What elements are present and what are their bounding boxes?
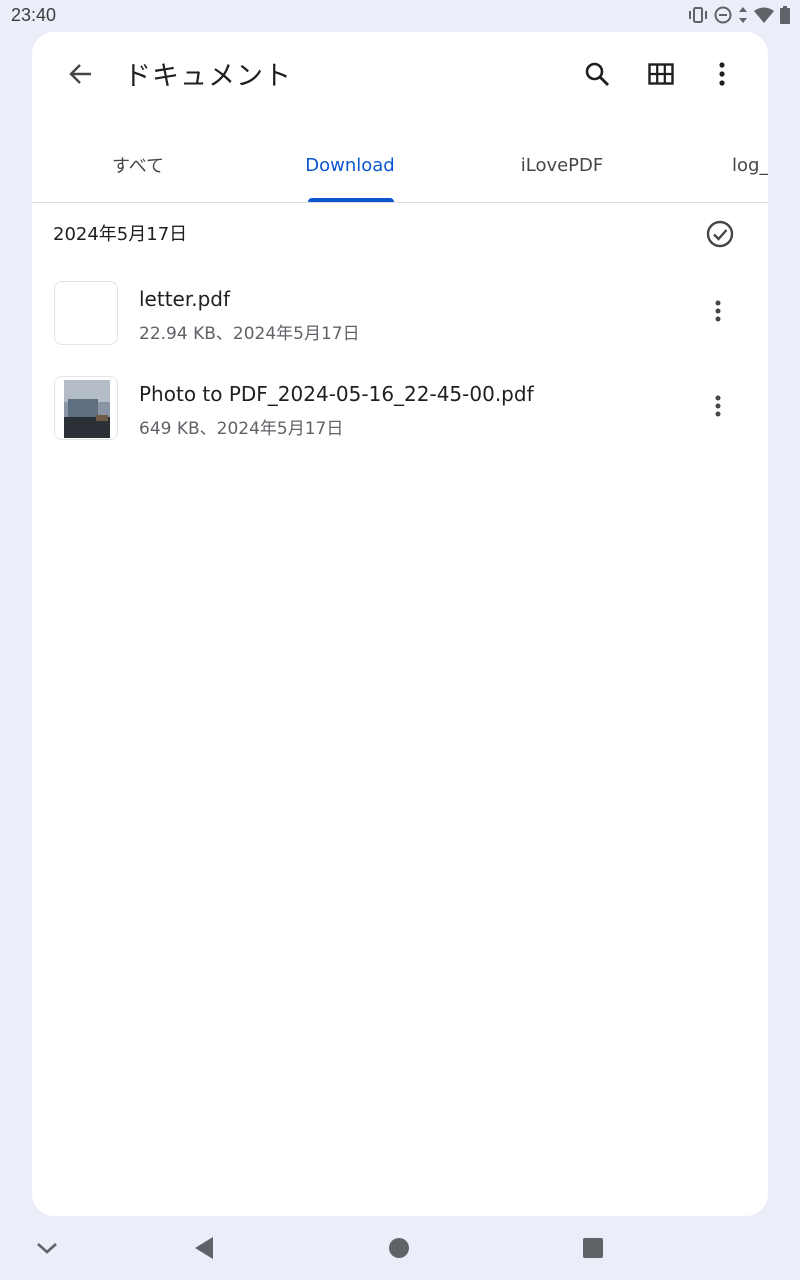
file-row[interactable]: Photo to PDF_2024-05-16_22-45-00.pdf 649… (32, 368, 768, 462)
status-bar: 23:40 (0, 0, 800, 32)
search-button[interactable] (577, 54, 617, 94)
folder-tabs: すべて Download iLovePDF log_ (32, 128, 768, 203)
app-bar: ドキュメント (32, 32, 768, 116)
nav-back-button[interactable] (186, 1230, 222, 1266)
page-title: ドキュメント (124, 61, 292, 92)
file-thumbnail (54, 281, 118, 345)
vibrate-icon (688, 6, 708, 24)
tab-label: iLovePDF (520, 154, 604, 176)
battery-icon (780, 6, 790, 24)
grid-view-icon (648, 63, 674, 85)
more-vert-icon (715, 300, 721, 322)
file-name: letter.pdf (139, 287, 231, 311)
recents-square-icon (583, 1238, 603, 1258)
wifi-icon (754, 7, 774, 23)
dnd-icon (714, 6, 732, 24)
date-section-header: 2024年5月17日 (53, 224, 188, 245)
search-icon (585, 62, 609, 86)
tab-ilovepdf[interactable]: iLovePDF (456, 128, 668, 202)
tab-log[interactable]: log_ (732, 128, 768, 202)
back-triangle-icon (195, 1237, 213, 1259)
tab-download[interactable]: Download (244, 128, 456, 202)
file-more-button[interactable] (700, 388, 736, 424)
tab-label: すべて (111, 156, 165, 177)
more-options-button[interactable] (702, 54, 742, 94)
status-icons (688, 6, 790, 24)
back-arrow-icon (69, 64, 91, 84)
nav-home-button[interactable] (381, 1230, 417, 1266)
file-more-button[interactable] (700, 293, 736, 329)
back-button[interactable] (60, 54, 100, 94)
tab-all[interactable]: すべて (32, 128, 244, 202)
check-circle-icon (706, 220, 734, 248)
grid-view-button[interactable] (641, 54, 681, 94)
status-time: 23:40 (11, 5, 57, 25)
data-arrows-icon (738, 6, 748, 24)
nav-recents-button[interactable] (575, 1230, 611, 1266)
documents-card: ドキュメント すべて Download iLovePDF log_ 2024年5… (32, 32, 768, 1216)
file-name: Photo to PDF_2024-05-16_22-45-00.pdf (139, 382, 534, 406)
file-thumbnail (54, 376, 118, 440)
tab-label: Download (305, 154, 395, 176)
system-nav-bar (0, 1216, 800, 1280)
select-all-button[interactable] (704, 218, 736, 250)
home-circle-icon (389, 1238, 409, 1258)
more-vert-icon (719, 62, 725, 86)
file-row[interactable]: letter.pdf 22.94 KB、2024年5月17日 (32, 273, 768, 367)
file-meta: 649 KB、2024年5月17日 (139, 419, 344, 439)
active-tab-indicator (308, 198, 394, 202)
file-meta: 22.94 KB、2024年5月17日 (139, 324, 360, 344)
more-vert-icon (715, 395, 721, 417)
tab-label: log_ (732, 154, 768, 176)
collapse-button[interactable] (29, 1230, 65, 1266)
collapse-icon (37, 1243, 57, 1254)
photo-thumbnail-image (55, 377, 117, 439)
